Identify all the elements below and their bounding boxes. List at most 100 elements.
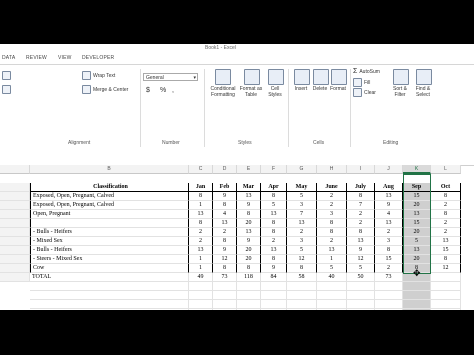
value-cell[interactable]: 1: [317, 255, 347, 264]
empty-cell[interactable]: [261, 282, 287, 291]
value-cell[interactable]: 1: [189, 264, 213, 273]
total-cell[interactable]: 58: [287, 273, 317, 282]
row-header[interactable]: [0, 264, 30, 273]
value-cell[interactable]: 2: [317, 192, 347, 201]
empty-cell[interactable]: [403, 300, 431, 309]
value-cell[interactable]: 2: [261, 237, 287, 246]
number-format-select[interactable]: General ▾: [143, 73, 198, 81]
row-header[interactable]: [0, 246, 30, 255]
empty-cell[interactable]: [30, 309, 189, 310]
value-cell[interactable]: 13: [403, 246, 431, 255]
value-cell[interactable]: 13: [375, 192, 403, 201]
format-icon[interactable]: [331, 69, 347, 85]
empty-cell[interactable]: [431, 291, 461, 300]
value-cell[interactable]: 5: [403, 237, 431, 246]
empty-cell[interactable]: [403, 291, 431, 300]
col-header-h[interactable]: H: [317, 165, 347, 174]
empty-cell[interactable]: [213, 291, 237, 300]
value-cell[interactable]: 20: [403, 255, 431, 264]
row-header[interactable]: [0, 228, 30, 237]
value-cell[interactable]: 2: [347, 210, 375, 219]
value-cell[interactable]: 8: [189, 219, 213, 228]
month-header[interactable]: Sep: [403, 183, 431, 192]
value-cell[interactable]: 20: [237, 219, 261, 228]
value-cell[interactable]: 2: [431, 201, 461, 210]
value-cell[interactable]: 8: [431, 210, 461, 219]
formula-bar[interactable]: [0, 151, 474, 166]
value-cell[interactable]: 2: [431, 219, 461, 228]
col-header-j[interactable]: J: [375, 165, 403, 174]
value-cell[interactable]: 5: [317, 264, 347, 273]
col-header-l[interactable]: L: [431, 165, 461, 174]
comma-button[interactable]: ,: [172, 87, 174, 94]
wrap-text-button[interactable]: Wrap Text: [82, 71, 115, 80]
col-header-i[interactable]: I: [347, 165, 375, 174]
empty-cell[interactable]: [317, 300, 347, 309]
value-cell[interactable]: 12: [347, 255, 375, 264]
value-cell[interactable]: 3: [375, 237, 403, 246]
value-cell[interactable]: 2: [213, 228, 237, 237]
value-cell[interactable]: 20: [237, 255, 261, 264]
col-header-g[interactable]: G: [287, 165, 317, 174]
col-header-d[interactable]: D: [213, 165, 237, 174]
value-cell[interactable]: 13: [431, 237, 461, 246]
value-cell[interactable]: 8: [431, 255, 461, 264]
value-cell[interactable]: 7: [347, 201, 375, 210]
empty-cell[interactable]: [30, 291, 189, 300]
conditional-formatting-label[interactable]: Conditional Formatting: [206, 86, 240, 98]
value-cell[interactable]: 2: [431, 228, 461, 237]
empty-cell[interactable]: [287, 300, 317, 309]
classification-cell[interactable]: Exposed, Open, Pregnant, Calved: [30, 201, 189, 210]
value-cell[interactable]: 2: [375, 228, 403, 237]
empty-cell[interactable]: [30, 300, 189, 309]
delete-icon[interactable]: [313, 69, 329, 85]
value-cell[interactable]: 9: [213, 246, 237, 255]
corner-header[interactable]: [0, 165, 30, 174]
empty-cell[interactable]: [375, 291, 403, 300]
value-cell[interactable]: 20: [403, 201, 431, 210]
value-cell[interactable]: 13: [317, 246, 347, 255]
empty-cell[interactable]: [261, 309, 287, 310]
empty-cell[interactable]: [403, 282, 431, 291]
value-cell[interactable]: 2: [317, 201, 347, 210]
value-cell[interactable]: 3: [287, 201, 317, 210]
empty-cell[interactable]: [30, 282, 189, 291]
total-label-cell[interactable]: TOTAL: [30, 273, 189, 282]
col-header-c[interactable]: C: [189, 165, 213, 174]
value-cell[interactable]: 13: [403, 210, 431, 219]
total-cell[interactable]: 73: [213, 273, 237, 282]
value-cell[interactable]: 13: [375, 219, 403, 228]
value-cell[interactable]: 3: [317, 210, 347, 219]
row-header[interactable]: [0, 201, 30, 210]
merge-center-button[interactable]: Merge & Center: [82, 85, 128, 94]
empty-cell[interactable]: [347, 282, 375, 291]
value-cell[interactable]: 8: [261, 219, 287, 228]
value-cell[interactable]: 8: [347, 228, 375, 237]
sort-filter-label[interactable]: Sort & Filter: [388, 86, 412, 98]
classification-cell[interactable]: [30, 219, 189, 228]
value-cell[interactable]: 13: [347, 237, 375, 246]
value-cell[interactable]: 8: [189, 192, 213, 201]
month-header[interactable]: Mar: [237, 183, 261, 192]
classification-cell[interactable]: - Steers - Mixed Sex: [30, 255, 189, 264]
value-cell[interactable]: 9: [213, 192, 237, 201]
empty-cell[interactable]: [189, 282, 213, 291]
total-cell[interactable]: 118: [237, 273, 261, 282]
value-cell[interactable]: 2: [287, 228, 317, 237]
value-cell[interactable]: 13: [261, 246, 287, 255]
value-cell[interactable]: 1: [189, 255, 213, 264]
total-cell[interactable]: 73: [375, 273, 403, 282]
empty-cell[interactable]: [431, 309, 461, 310]
value-cell[interactable]: 4: [213, 210, 237, 219]
value-cell[interactable]: 13: [213, 219, 237, 228]
row-header[interactable]: [0, 192, 30, 201]
value-cell[interactable]: 2: [189, 237, 213, 246]
empty-cell[interactable]: [317, 309, 347, 310]
tab-view[interactable]: VIEW: [58, 55, 72, 61]
month-header[interactable]: Jan: [189, 183, 213, 192]
empty-cell[interactable]: [261, 300, 287, 309]
col-header-e[interactable]: E: [237, 165, 261, 174]
col-header-k[interactable]: K: [403, 165, 431, 174]
classification-cell[interactable]: Cow: [30, 264, 189, 273]
empty-cell[interactable]: [287, 291, 317, 300]
